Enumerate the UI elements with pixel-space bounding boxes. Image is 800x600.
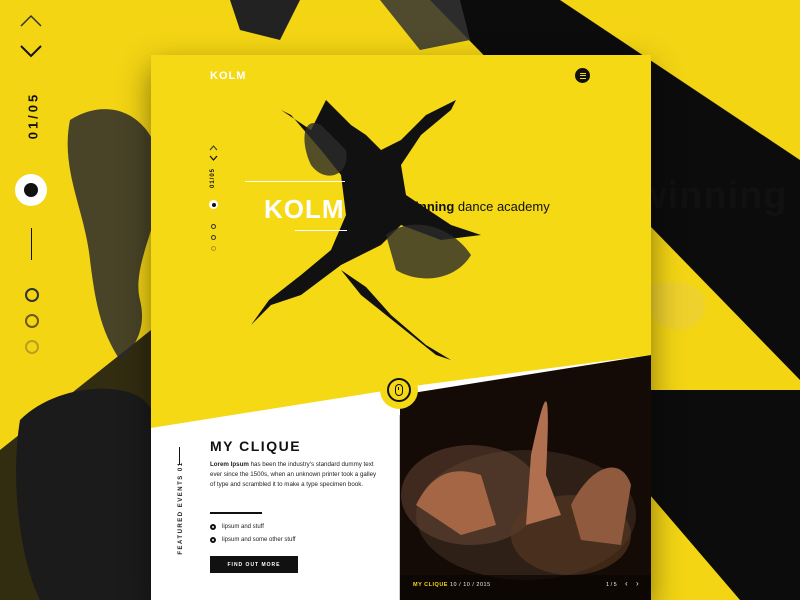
- section-body-bold: Lorem Ipsum: [210, 461, 249, 468]
- slide-dot[interactable]: [25, 288, 39, 302]
- bullet-icon: [210, 524, 216, 530]
- chevron-up-icon[interactable]: [20, 14, 42, 28]
- section-vertical-label: FEATURED EVENTS 01: [178, 461, 184, 555]
- slide-divider: [31, 228, 32, 260]
- hero-subtitle: award winning dance academy: [364, 199, 550, 214]
- photo-pager: 1 / 5: [606, 582, 617, 588]
- hero-subtitle-bold: award winning: [364, 199, 455, 214]
- chevron-down-icon[interactable]: [209, 155, 218, 161]
- hero-title-rule-top: [245, 181, 345, 182]
- find-out-more-button[interactable]: FIND OUT MORE: [210, 556, 298, 573]
- photo-caption-date: 10 / 10 / 2015: [450, 582, 491, 588]
- card-slide-dot[interactable]: [211, 235, 216, 240]
- card-slide-counter: 01/05: [210, 168, 216, 189]
- card-logo[interactable]: KOLM: [210, 70, 246, 82]
- photo-caption: MY CLIQUE 10 / 10 / 2015: [413, 582, 491, 588]
- slide-dot-active[interactable]: [15, 174, 47, 206]
- slide-dot[interactable]: [25, 314, 39, 328]
- menu-icon[interactable]: [575, 68, 590, 83]
- chevron-left-icon[interactable]: ‹: [625, 580, 628, 588]
- slide-dot[interactable]: [25, 340, 39, 354]
- section-body: Lorem Ipsum has been the industry's stan…: [210, 460, 380, 490]
- section-divider: [399, 415, 400, 600]
- hero-title-rule-bottom: [295, 230, 347, 231]
- section-rule: [210, 512, 262, 514]
- card-slide-dot[interactable]: [211, 246, 216, 251]
- hero-image-dancer: [151, 55, 651, 600]
- photo-caption-title: MY CLIQUE: [413, 582, 448, 588]
- chevron-down-icon[interactable]: [20, 44, 42, 58]
- section-title: MY CLIQUE: [210, 438, 302, 454]
- list-item: lipsum and some other stuff: [210, 537, 296, 543]
- card-slide-dot[interactable]: [211, 224, 216, 229]
- scroll-mouse-icon[interactable]: [380, 371, 418, 409]
- background-headline-fragment: winning: [637, 175, 788, 217]
- hero-title: KOLM: [264, 194, 345, 224]
- slide-counter: 01/05: [25, 91, 41, 140]
- card-slide-dot-active[interactable]: [209, 200, 218, 209]
- list-item: lipsum and stuff: [210, 524, 264, 530]
- hero-subtitle-rest: dance academy: [457, 199, 550, 214]
- background-slide-nav: 01/05: [0, 0, 70, 600]
- bullet-icon: [210, 537, 216, 543]
- chevron-up-icon[interactable]: [209, 145, 218, 151]
- chevron-right-icon[interactable]: ›: [636, 580, 639, 588]
- main-card: KOLM 01/05 KOLM award winning dance acad…: [151, 55, 651, 600]
